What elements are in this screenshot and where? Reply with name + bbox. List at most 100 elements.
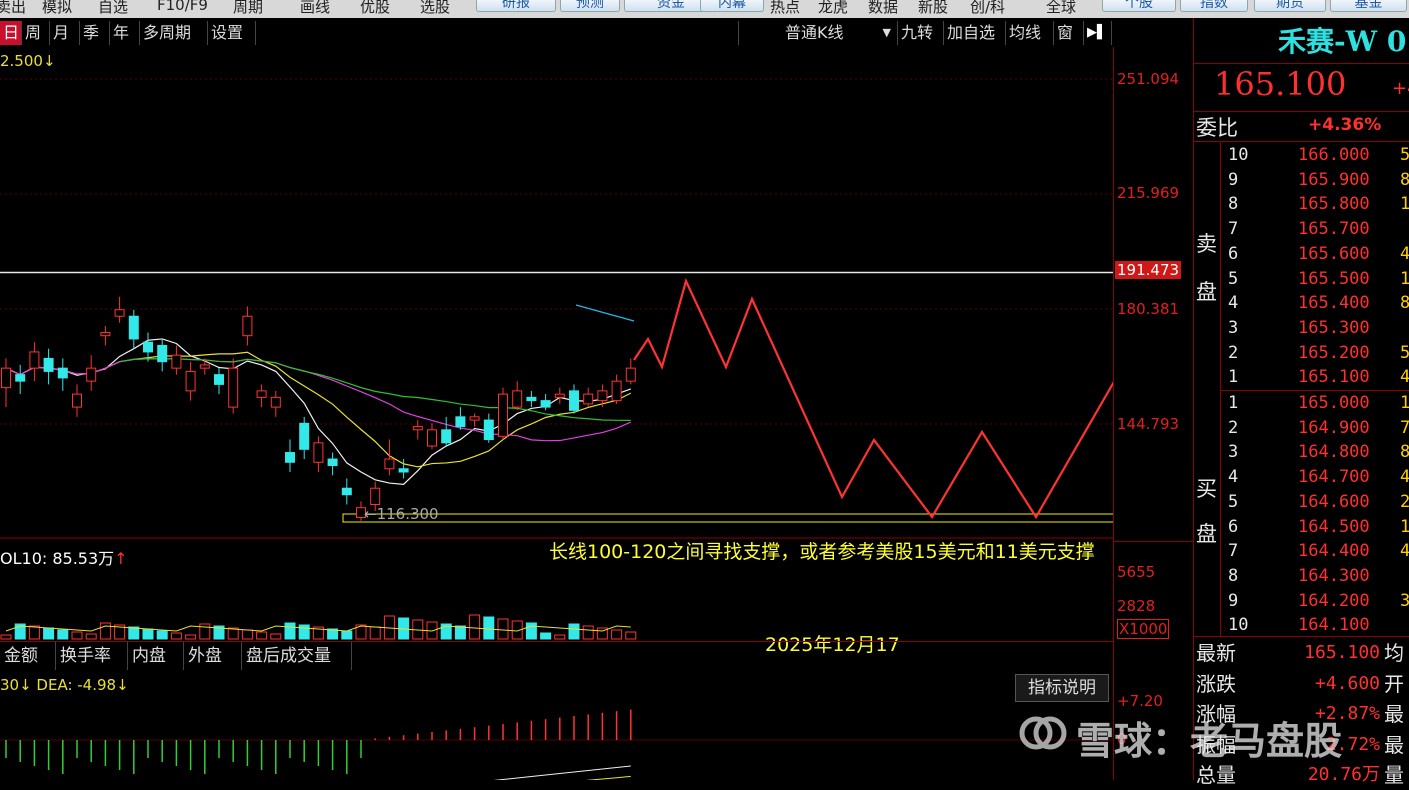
vol-axis-label: 2828 bbox=[1117, 597, 1156, 615]
menu-global[interactable]: 全球 bbox=[1046, 0, 1076, 17]
stat-label-cut: 最 bbox=[1384, 732, 1404, 757]
bid-row[interactable]: 1 165.000 19 bbox=[1220, 391, 1409, 415]
menu-watchlist[interactable]: 自选 bbox=[98, 0, 128, 17]
bid-row[interactable]: 2 164.900 7 bbox=[1220, 416, 1409, 440]
window-button[interactable]: 窗 bbox=[1054, 21, 1084, 45]
candle-body bbox=[171, 354, 182, 369]
divider bbox=[1194, 63, 1409, 64]
stock-button[interactable]: 个股 bbox=[1102, 0, 1176, 12]
ask-row[interactable]: 5 165.500 1 bbox=[1220, 267, 1409, 291]
volume-value: OL10: 85.53万 bbox=[0, 549, 115, 568]
tab-month[interactable]: 月 bbox=[50, 21, 80, 45]
tab-week[interactable]: 周 bbox=[22, 21, 50, 45]
menu-simulate[interactable]: 模拟 bbox=[42, 0, 72, 17]
ask-row[interactable]: 1 165.100 4 bbox=[1220, 365, 1409, 389]
menu-data[interactable]: 数据 bbox=[868, 0, 898, 17]
vol-axis-label: 5655 bbox=[1117, 563, 1156, 581]
menu-draw[interactable]: 画线 bbox=[300, 0, 330, 17]
tab-after-hours[interactable]: 盘后成交量 bbox=[242, 642, 352, 670]
ask-level: 3 bbox=[1228, 317, 1239, 338]
tab-day[interactable]: 日 bbox=[0, 21, 22, 45]
bid-level: 4 bbox=[1228, 467, 1239, 488]
ask-price: 165.500 bbox=[1298, 268, 1370, 289]
ask-list: 10166.00059165.90088165.80018 7 165.700616… bbox=[1220, 143, 1409, 391]
tab-multi-period[interactable]: 多周期 bbox=[140, 21, 208, 45]
volume-bar bbox=[554, 634, 566, 640]
candle-body bbox=[526, 396, 537, 402]
ma-button[interactable]: 均线 bbox=[1006, 21, 1054, 45]
menu-sell[interactable]: 卖出 bbox=[0, 0, 26, 17]
stat-value: 165.100 bbox=[1304, 642, 1380, 663]
tab-outer[interactable]: 外盘 bbox=[184, 642, 242, 670]
ask-row[interactable]: 6 165.600 4 bbox=[1220, 242, 1409, 266]
date-note: 2025年12月17 bbox=[765, 634, 900, 656]
research-button[interactable]: 研报 bbox=[476, 0, 556, 12]
ask-row[interactable]: 2 165.200 5 bbox=[1220, 341, 1409, 365]
volume-bar bbox=[540, 632, 552, 640]
quote-panel: 禾赛-W 0 165.100 +4 委比 +4.36% 卖 盘 买 盘 1016… bbox=[1193, 18, 1409, 787]
menu-hot[interactable]: 热点 bbox=[770, 0, 800, 17]
volume-bars bbox=[0, 614, 637, 640]
kline-type-select[interactable]: 普通K线 ▼ bbox=[738, 21, 898, 45]
tab-year[interactable]: 年 bbox=[110, 21, 140, 45]
futures-button[interactable]: 期货 bbox=[1254, 0, 1326, 12]
menu-dragon[interactable]: 龙虎 bbox=[818, 0, 848, 17]
forecast-path bbox=[633, 277, 1113, 520]
bid-row[interactable]: 7 164.400 4 bbox=[1220, 539, 1409, 563]
volume-bar bbox=[99, 622, 111, 640]
volume-bar bbox=[284, 622, 296, 640]
ask-row[interactable]: 7 165.700 bbox=[1220, 217, 1409, 241]
indicator-help-button[interactable]: 指标说明 bbox=[1015, 674, 1109, 702]
tab-turnover[interactable]: 换手率 bbox=[56, 642, 128, 670]
ask-row[interactable]: 4 165.400 8 bbox=[1220, 291, 1409, 315]
menu-f10[interactable]: F10/F9 bbox=[157, 0, 208, 14]
bid-row[interactable]: 10 164.100 bbox=[1220, 613, 1409, 637]
candle-body bbox=[228, 367, 239, 408]
kline-chart[interactable] bbox=[0, 47, 1113, 780]
index-button[interactable]: 指数 bbox=[1180, 0, 1248, 12]
ask-price: 165.700 bbox=[1298, 219, 1370, 240]
bid-row[interactable]: 8 164.300 bbox=[1220, 564, 1409, 588]
ask-row[interactable]: 9 165.900 8 bbox=[1220, 168, 1409, 192]
add-watchlist-button[interactable]: 加自选 bbox=[944, 21, 1006, 45]
ask-row[interactable]: 3 165.300 bbox=[1220, 316, 1409, 340]
candle-body bbox=[498, 393, 508, 437]
tab-amount[interactable]: 金额 bbox=[0, 642, 56, 670]
candle-body bbox=[370, 487, 381, 505]
play-icon[interactable]: ▶▌ bbox=[1084, 21, 1112, 45]
ask-row[interactable]: 8 165.800 18 bbox=[1220, 192, 1409, 216]
volume-arrow: ↑ bbox=[114, 549, 128, 568]
tab-settings[interactable]: 设置 bbox=[208, 21, 256, 45]
ask-level: 10 bbox=[1228, 145, 1249, 165]
tab-season[interactable]: 季 bbox=[80, 21, 110, 45]
axis-label: 251.094 bbox=[1117, 70, 1180, 88]
menu-ipo[interactable]: 新股 bbox=[918, 0, 948, 17]
candle-body bbox=[185, 370, 196, 392]
ma30-line bbox=[119, 358, 631, 422]
nine-turn-button[interactable]: 九转 bbox=[898, 21, 944, 45]
bid-row[interactable]: 3 164.800 8 bbox=[1220, 440, 1409, 464]
forecast-button[interactable]: 预测 bbox=[560, 0, 620, 12]
candle-body bbox=[57, 367, 68, 379]
candle-body bbox=[15, 374, 26, 382]
menu-period[interactable]: 周期 bbox=[233, 0, 263, 17]
ask-level: 7 bbox=[1228, 219, 1239, 240]
candle-body bbox=[441, 429, 452, 444]
fund-button[interactable]: 基金 bbox=[1330, 0, 1407, 12]
ask-row[interactable]: 10 166.000 5 bbox=[1220, 143, 1409, 167]
bid-row[interactable]: 5 164.600 2 bbox=[1220, 490, 1409, 514]
volume-bar bbox=[469, 614, 481, 640]
tab-inner[interactable]: 内盘 bbox=[128, 642, 184, 670]
price-change-cut: +4 bbox=[1392, 78, 1409, 99]
insider-button[interactable]: 内幕 bbox=[700, 0, 764, 12]
menu-picks[interactable]: 优股 bbox=[360, 0, 390, 17]
bid-row[interactable]: 4 164.700 4 bbox=[1220, 465, 1409, 489]
menu-screener[interactable]: 选股 bbox=[420, 0, 450, 17]
volume-bar bbox=[170, 632, 182, 640]
volume-bar bbox=[85, 633, 97, 640]
bid-row[interactable]: 6 164.500 17 bbox=[1220, 515, 1409, 539]
menu-star[interactable]: 创/科 bbox=[970, 0, 1005, 17]
bid-row[interactable]: 9 164.200 3 bbox=[1220, 589, 1409, 613]
candle-body bbox=[143, 341, 153, 353]
bid-level: 6 bbox=[1228, 516, 1239, 537]
